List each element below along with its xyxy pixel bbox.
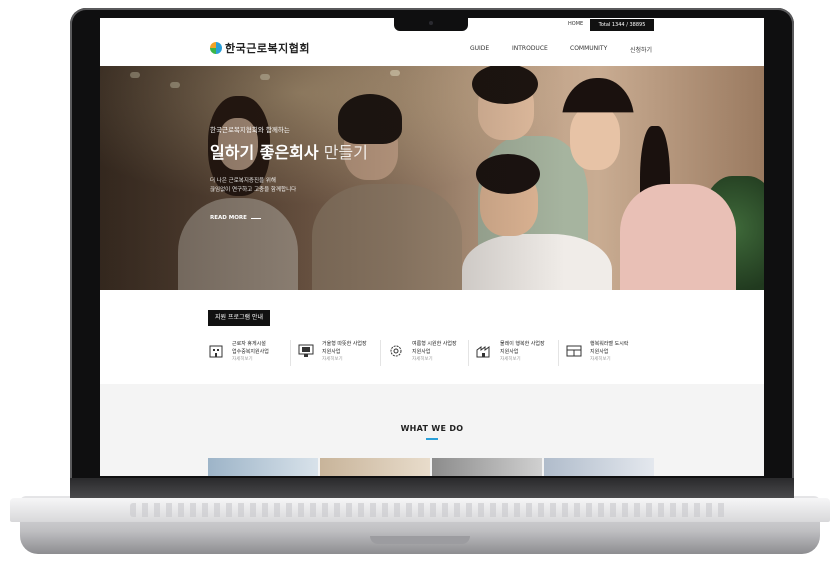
section-title: WHAT WE DO bbox=[400, 424, 464, 433]
title-underline bbox=[426, 438, 438, 440]
program-link[interactable]: 자세히보기 bbox=[322, 356, 343, 362]
hero-title: 일하기 좋은회사 만들기 bbox=[210, 139, 368, 163]
program-item[interactable]: 물레이 행복한 사업장 지원사업 자세히보기 bbox=[476, 338, 564, 372]
hero-description: 더 나은 근로복지증진을 위해 끊임없이 연구하고 고충을 함께합니다 bbox=[210, 177, 368, 195]
program-title: 지원사업 bbox=[590, 349, 609, 355]
program-link[interactable]: 자세히보기 bbox=[232, 356, 253, 362]
gallery-thumbnail[interactable] bbox=[544, 458, 654, 476]
laptop-hinge bbox=[70, 478, 794, 498]
program-item[interactable]: 여름형 시원한 사업장 지원사업 자세히보기 bbox=[388, 338, 476, 372]
hero-title-light: 만들기 bbox=[318, 143, 368, 162]
hero-copy: 한국근로복지협회와 함께하는 일하기 좋은회사 만들기 더 나은 근로복지증진을… bbox=[210, 124, 368, 221]
hero-desc-line: 더 나은 근로복지증진을 위해 bbox=[210, 178, 276, 184]
site-header: 한국근로복지협회 GUIDE INTRODUCE COMMUNITY 신청하기 bbox=[100, 34, 764, 64]
hero-subtitle: 한국근로복지협회와 함께하는 bbox=[210, 126, 290, 134]
program-title: 업수중복지원사업 bbox=[232, 349, 269, 355]
program-link[interactable]: 자세히보기 bbox=[412, 356, 433, 362]
site-logo[interactable]: 한국근로복지협회 bbox=[210, 40, 310, 56]
home-link[interactable]: HOME bbox=[568, 21, 583, 27]
read-more-label: READ MORE bbox=[210, 215, 247, 221]
gallery-thumbnail[interactable] bbox=[320, 458, 430, 476]
factory-icon bbox=[476, 346, 490, 358]
program-title: 거울형 따뜻한 사업장 bbox=[322, 341, 367, 347]
program-title: 지원사업 bbox=[322, 349, 341, 355]
arrow-line-icon bbox=[250, 217, 261, 219]
nav-guide[interactable]: GUIDE bbox=[470, 45, 489, 52]
website-screen: HOME Total 1344 / 38895 한국근로복지협회 GUIDE I… bbox=[100, 18, 764, 476]
program-section: 지원 프로그램 안내 근로자 휴게시설 업수중복지원사업 자세히보기 거울형 따… bbox=[100, 300, 764, 380]
program-title: 행복워라벨 도시락 bbox=[590, 341, 629, 347]
program-title: 물레이 행복한 사업장 bbox=[500, 341, 545, 347]
divider bbox=[290, 340, 291, 366]
camera-icon bbox=[429, 21, 433, 25]
gallery-thumbnail[interactable] bbox=[208, 458, 318, 476]
program-title: 여름형 시원한 사업장 bbox=[412, 341, 457, 347]
divider bbox=[468, 340, 469, 366]
gear-icon bbox=[390, 345, 402, 357]
program-guide-button[interactable]: 지원 프로그램 안내 bbox=[208, 310, 270, 326]
divider bbox=[380, 340, 381, 366]
building-icon bbox=[209, 345, 223, 358]
visitor-counter: Total 1344 / 38895 bbox=[590, 19, 654, 31]
program-title: 지원사업 bbox=[500, 349, 519, 355]
logo-mark-icon bbox=[210, 42, 222, 54]
program-item[interactable]: 거울형 따뜻한 사업장 지원사업 자세히보기 bbox=[298, 338, 386, 372]
monitor-icon bbox=[298, 344, 314, 357]
read-more-link[interactable]: READ MORE bbox=[210, 215, 368, 221]
nav-apply[interactable]: 신청하기 bbox=[630, 45, 652, 54]
keyboard bbox=[130, 503, 730, 517]
what-we-do-section: WHAT WE DO bbox=[100, 384, 764, 476]
lunchbox-icon bbox=[566, 345, 582, 357]
program-title: 근로자 휴게시설 bbox=[232, 341, 266, 347]
program-title: 지원사업 bbox=[412, 349, 431, 355]
hero-overlay bbox=[100, 66, 764, 290]
laptop-lip bbox=[370, 536, 470, 544]
nav-introduce[interactable]: INTRODUCE bbox=[512, 45, 548, 52]
program-link[interactable]: 자세히보기 bbox=[590, 356, 611, 362]
laptop-mockup: HOME Total 1344 / 38895 한국근로복지협회 GUIDE I… bbox=[0, 0, 840, 564]
gallery-thumbnail[interactable] bbox=[432, 458, 542, 476]
hero-title-bold: 일하기 좋은회사 bbox=[210, 143, 319, 162]
hero-desc-line: 끊임없이 연구하고 고충을 함께합니다 bbox=[210, 187, 297, 193]
logo-text: 한국근로복지협회 bbox=[225, 42, 310, 55]
nav-community[interactable]: COMMUNITY bbox=[570, 45, 607, 52]
program-item[interactable]: 근로자 휴게시설 업수중복지원사업 자세히보기 bbox=[208, 338, 296, 372]
program-item[interactable]: 행복워라벨 도시락 지원사업 자세히보기 bbox=[566, 338, 654, 372]
divider bbox=[558, 340, 559, 366]
hero-banner: 한국근로복지협회와 함께하는 일하기 좋은회사 만들기 더 나은 근로복지증진을… bbox=[100, 66, 764, 290]
program-link[interactable]: 자세히보기 bbox=[500, 356, 521, 362]
camera-notch bbox=[394, 16, 468, 31]
